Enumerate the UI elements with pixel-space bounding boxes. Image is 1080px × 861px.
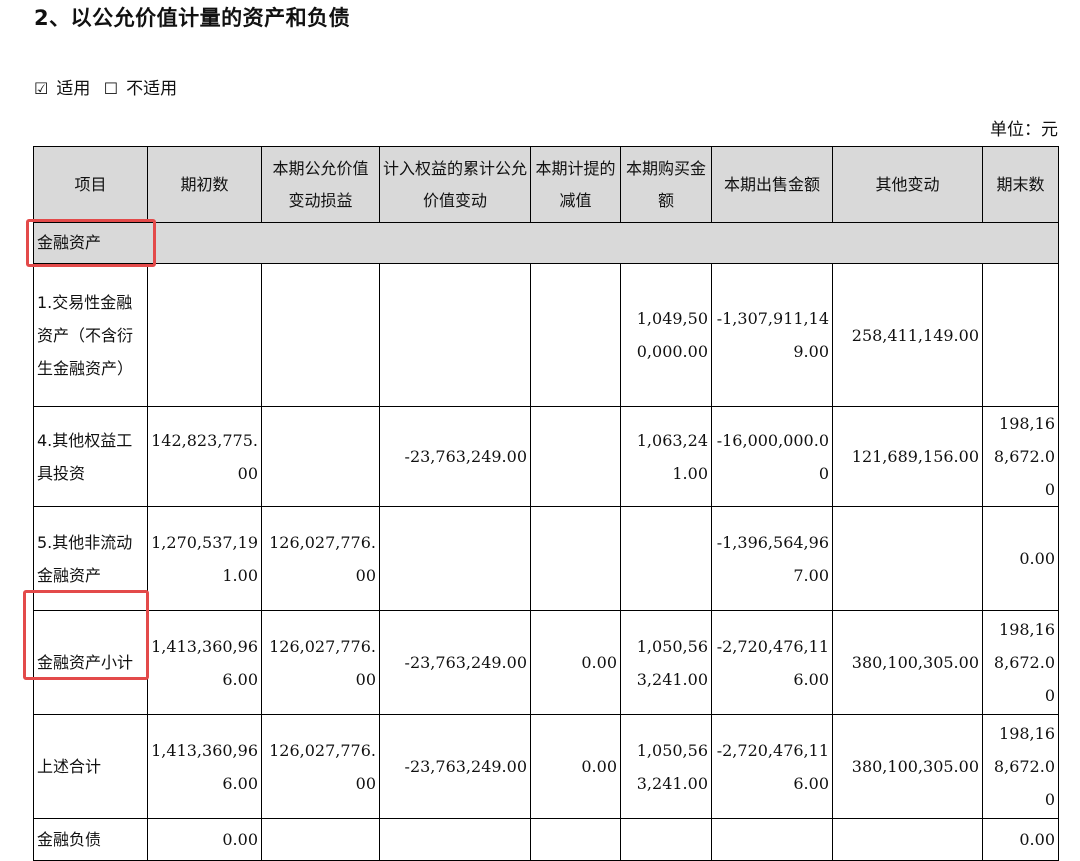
cell-opening: 142,823,775.00: [147, 406, 262, 507]
cell-impairment: 0.00: [530, 714, 621, 819]
applicable-label: 适用: [56, 79, 91, 99]
section-label-assets: 金融资产: [33, 222, 1059, 264]
cell-equity-fv: [379, 818, 531, 861]
section-title: 2、以公允价值计量的资产和负债: [34, 6, 351, 30]
cell-opening: 1,270,537,191.00: [147, 506, 262, 611]
cell-purchase: 1,050,563,241.00: [620, 610, 712, 715]
table-row-subtotal: 金融资产小计 1,413,360,966.00 126,027,776.00 -…: [33, 610, 1059, 715]
cell-closing: [982, 263, 1059, 407]
cell-sale: -1,396,564,967.00: [711, 506, 833, 611]
cell-opening: [147, 263, 262, 407]
table-row: 金融负债 0.00 0.00: [33, 818, 1059, 861]
cell-impairment: 0.00: [530, 610, 621, 715]
cell-fv-change: 126,027,776.00: [261, 714, 380, 819]
cell-equity-fv: [379, 263, 531, 407]
cell-opening: 1,413,360,966.00: [147, 610, 262, 715]
cell-closing: 198,168,672.00: [982, 610, 1059, 715]
cell-impairment: [530, 506, 621, 611]
cell-other: 380,100,305.00: [832, 714, 983, 819]
cell-equity-fv: -23,763,249.00: [379, 610, 531, 715]
cell-other: 258,411,149.00: [832, 263, 983, 407]
not-applicable-label: 不适用: [126, 79, 178, 99]
header-equity-fv: 计入权益的累计公允价值变动: [379, 146, 531, 223]
header-closing: 期末数: [982, 146, 1059, 223]
cell-other: 121,689,156.00: [832, 406, 983, 507]
cell-equity-fv: [379, 506, 531, 611]
cell-fv-change: 126,027,776.00: [261, 506, 380, 611]
cell-sale: -1,307,911,149.00: [711, 263, 833, 407]
header-sale: 本期出售金额: [711, 146, 833, 223]
cell-fv-change: [261, 818, 380, 861]
header-fv-change: 本期公允价值变动损益: [261, 146, 380, 223]
row-item: 金融负债: [33, 818, 148, 861]
cell-fv-change: 126,027,776.00: [261, 610, 380, 715]
cell-opening: 0.00: [147, 818, 262, 861]
cell-sale: -16,000,000.00: [711, 406, 833, 507]
cell-sale: [711, 818, 833, 861]
cell-other: [832, 506, 983, 611]
cell-equity-fv: -23,763,249.00: [379, 406, 531, 507]
cell-purchase: 1,063,241.00: [620, 406, 712, 507]
cell-purchase: [620, 818, 712, 861]
cell-closing: 0.00: [982, 818, 1059, 861]
cell-impairment: [530, 406, 621, 507]
unit-label: 单位：元: [990, 120, 1058, 140]
table-row-total: 上述合计 1,413,360,966.00 126,027,776.00 -23…: [33, 714, 1059, 819]
cell-purchase: 1,049,500,000.00: [620, 263, 712, 407]
applicable-checkbox[interactable]: ☑: [34, 79, 48, 98]
cell-sale: -2,720,476,116.00: [711, 610, 833, 715]
table-row: 4.其他权益工具投资 142,823,775.00 -23,763,249.00…: [33, 406, 1059, 507]
cell-equity-fv: -23,763,249.00: [379, 714, 531, 819]
header-opening: 期初数: [147, 146, 262, 223]
cell-fv-change: [261, 406, 380, 507]
table-row: 1.交易性金融资产（不含衍生金融资产） 1,049,500,000.00 -1,…: [33, 263, 1059, 407]
cell-fv-change: [261, 263, 380, 407]
row-item: 上述合计: [33, 714, 148, 819]
cell-purchase: [620, 506, 712, 611]
header-item: 项目: [33, 146, 148, 223]
cell-impairment: [530, 818, 621, 861]
cell-closing: 198,168,672.00: [982, 714, 1059, 819]
cell-closing: 198,168,672.00: [982, 406, 1059, 507]
cell-purchase: 1,050,563,241.00: [620, 714, 712, 819]
not-applicable-checkbox[interactable]: ☐: [104, 79, 118, 98]
cell-impairment: [530, 263, 621, 407]
row-item: 5.其他非流动金融资产: [33, 506, 148, 611]
header-purchase: 本期购买金额: [620, 146, 712, 223]
section-row-assets: 金融资产: [33, 222, 1059, 264]
header-impairment: 本期计提的减值: [530, 146, 621, 223]
header-other: 其他变动: [832, 146, 983, 223]
header-row: 项目 期初数 本期公允价值变动损益 计入权益的累计公允价值变动 本期计提的减值 …: [33, 146, 1059, 223]
table-row: 5.其他非流动金融资产 1,270,537,191.00 126,027,776…: [33, 506, 1059, 611]
cell-other: [832, 818, 983, 861]
cell-sale: -2,720,476,116.00: [711, 714, 833, 819]
cell-closing: 0.00: [982, 506, 1059, 611]
row-item: 金融资产小计: [33, 610, 148, 715]
applicability-options: ☑ 适用 ☐ 不适用: [34, 74, 185, 99]
cell-opening: 1,413,360,966.00: [147, 714, 262, 819]
fair-value-table: 项目 期初数 本期公允价值变动损益 计入权益的累计公允价值变动 本期计提的减值 …: [33, 146, 1059, 861]
cell-other: 380,100,305.00: [832, 610, 983, 715]
row-item: 4.其他权益工具投资: [33, 406, 148, 507]
row-item: 1.交易性金融资产（不含衍生金融资产）: [33, 263, 148, 407]
